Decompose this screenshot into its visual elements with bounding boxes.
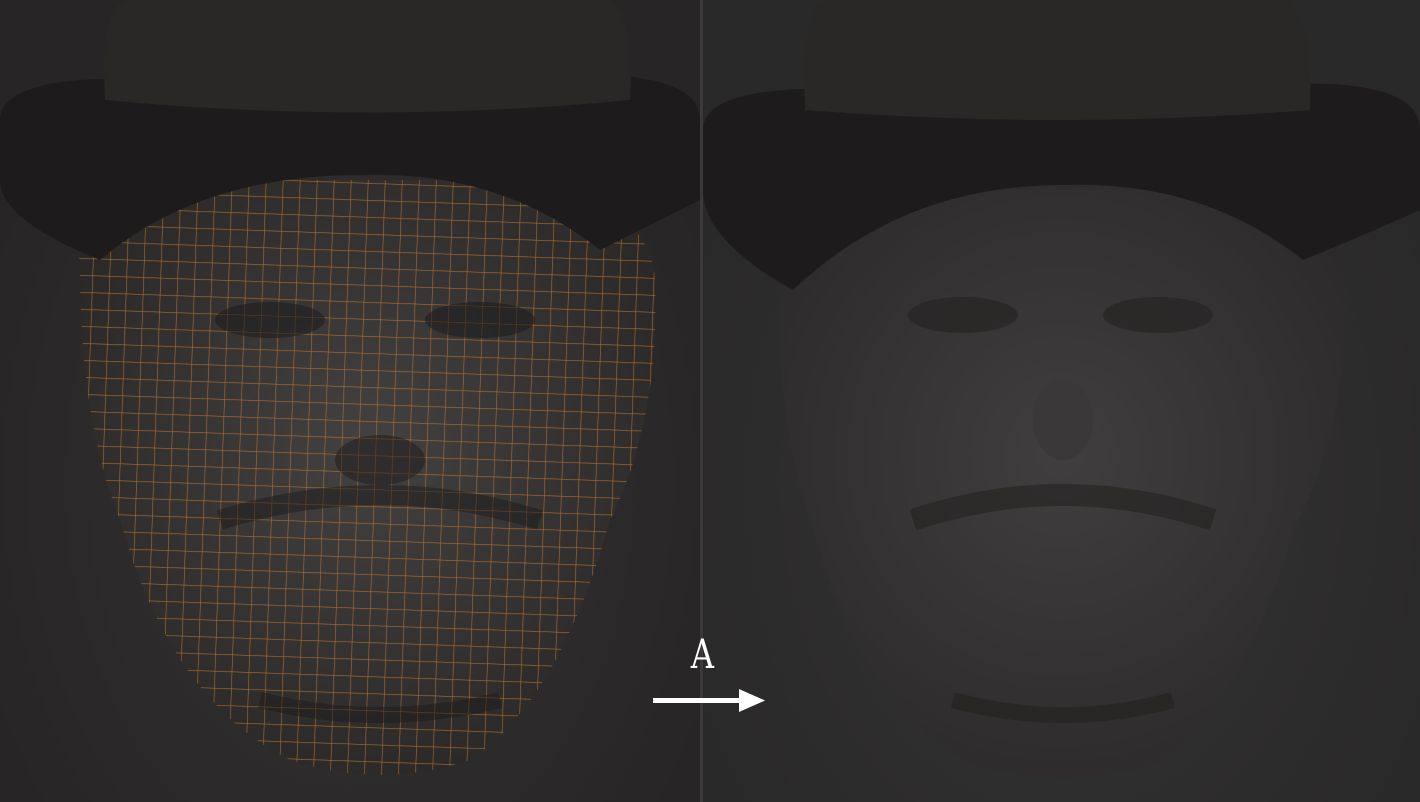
- right-arrow-icon: [653, 689, 765, 712]
- wireframe-head-render: [0, 0, 700, 775]
- sculpted-head-render: [703, 0, 1420, 778]
- hat-crown: [804, 0, 1311, 120]
- hat-crown: [104, 0, 631, 113]
- sculpted-head-panel: [703, 0, 1420, 802]
- annotation-label: A: [690, 632, 715, 678]
- wireframe-head-panel: [0, 0, 700, 802]
- face: [777, 190, 1346, 778]
